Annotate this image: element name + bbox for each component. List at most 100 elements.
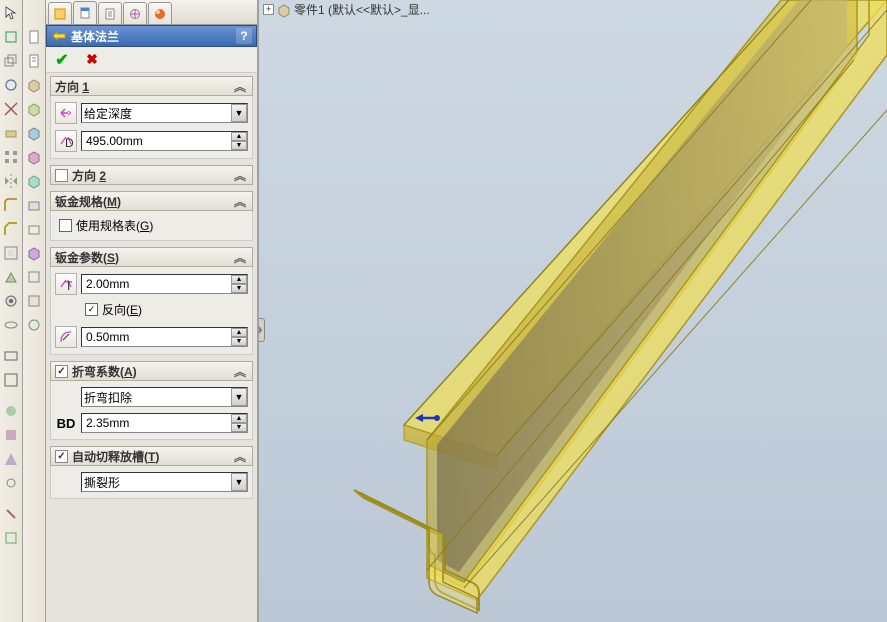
reserve1-icon[interactable] [24, 3, 44, 23]
tab-property-manager[interactable] [73, 1, 97, 24]
section-relief: ✓ 自动切释放槽(T) ︽ 撕裂形 ▼ [50, 446, 253, 499]
hole-icon[interactable] [1, 291, 21, 311]
tool4-icon[interactable] [1, 473, 21, 493]
section-header-direction2[interactable]: 方向 2 ︽ [50, 165, 253, 185]
property-panel: 基体法兰 ? ✔ ✖ 方向 1 ︽ 给定深度 ▼ D1 [46, 0, 259, 622]
box7-icon[interactable] [24, 219, 44, 239]
pattern-icon[interactable] [1, 147, 21, 167]
relief-title: 自动切释放槽(T) [72, 448, 159, 465]
spinner-up-icon[interactable]: ▲ [231, 414, 247, 423]
spinner-up-icon[interactable]: ▲ [231, 328, 247, 337]
depth-value: 495.00mm [86, 134, 143, 148]
collapse-icon: ︽ [232, 363, 248, 380]
depth-input[interactable]: 495.00mm ▲▼ [81, 131, 248, 151]
select-icon[interactable] [1, 3, 21, 23]
sketch-icon[interactable] [1, 27, 21, 47]
bend-type-combo[interactable]: 折弯扣除 ▼ [81, 387, 248, 407]
relief-checkbox[interactable]: ✓ [55, 450, 68, 463]
reverse-checkbox[interactable]: ✓ [85, 303, 98, 316]
tab-strip [46, 0, 257, 25]
tab-config[interactable] [98, 2, 122, 24]
direction1-title: 方向 1 [55, 78, 89, 95]
help-button[interactable]: ? [236, 28, 252, 44]
direction2-checkbox[interactable] [55, 169, 68, 182]
svg-text:D1: D1 [65, 136, 73, 148]
spinner-up-icon[interactable]: ▲ [231, 132, 247, 141]
section-direction2: 方向 2 ︽ [50, 165, 253, 185]
dropdown-arrow-icon[interactable]: ▼ [231, 388, 247, 406]
panel-title: 基体法兰 ? [46, 25, 257, 47]
spinner-up-icon[interactable]: ▲ [231, 275, 247, 284]
spinner-down-icon[interactable]: ▼ [231, 423, 247, 432]
use-table-checkbox[interactable] [59, 219, 72, 232]
feature-icon[interactable] [1, 123, 21, 143]
dropdown-arrow-icon[interactable]: ▼ [231, 473, 247, 491]
section-header-relief[interactable]: ✓ 自动切释放槽(T) ︽ [50, 446, 253, 466]
radius-input[interactable]: 0.50mm ▲▼ [81, 327, 248, 347]
view-icon[interactable] [1, 346, 21, 366]
box3-icon[interactable] [24, 123, 44, 143]
sheet-params-title: 钣金参数(S) [55, 249, 119, 266]
cut-icon[interactable] [1, 99, 21, 119]
radius-icon [55, 326, 77, 348]
ok-button[interactable]: ✔ [52, 50, 72, 70]
mirror-icon[interactable] [1, 171, 21, 191]
dropdown-arrow-icon[interactable]: ▼ [231, 104, 247, 122]
chamfer-icon[interactable] [1, 219, 21, 239]
tab-display[interactable] [123, 2, 147, 24]
use-table-label: 使用规格表(G) [76, 217, 153, 234]
box8-icon[interactable] [24, 243, 44, 263]
shell-icon[interactable] [1, 243, 21, 263]
bd-label: BD [55, 416, 77, 431]
section-header-bend[interactable]: ✓ 折弯系数(A) ︽ [50, 361, 253, 381]
boxA-icon[interactable] [24, 291, 44, 311]
spinner-down-icon[interactable]: ▼ [231, 337, 247, 346]
relief-type-value: 撕裂形 [84, 474, 120, 491]
svg-text:T1: T1 [65, 279, 73, 291]
view2-icon[interactable] [1, 370, 21, 390]
thickness-value: 2.00mm [86, 277, 129, 291]
collapse-icon: ︽ [232, 249, 248, 266]
rib-icon[interactable] [1, 267, 21, 287]
thickness-input[interactable]: 2.00mm ▲▼ [81, 274, 248, 294]
doc2-icon[interactable] [24, 51, 44, 71]
tool6-icon[interactable] [1, 528, 21, 548]
bd-input[interactable]: 2.35mm ▲▼ [81, 413, 248, 433]
bd-value: 2.35mm [86, 416, 129, 430]
section-header-sheet-spec[interactable]: 钣金规格(M) ︽ [50, 191, 253, 211]
box2-icon[interactable] [24, 99, 44, 119]
tab-appearance[interactable] [148, 2, 172, 24]
convert-icon[interactable] [1, 75, 21, 95]
depth-type-value: 给定深度 [84, 105, 132, 122]
box1-icon[interactable] [24, 75, 44, 95]
boxB-icon[interactable] [24, 315, 44, 335]
doc1-icon[interactable] [24, 27, 44, 47]
section-header-sheet-params[interactable]: 钣金参数(S) ︽ [50, 247, 253, 267]
spinner-down-icon[interactable]: ▼ [231, 141, 247, 150]
box9-icon[interactable] [24, 267, 44, 287]
relief-type-combo[interactable]: 撕裂形 ▼ [81, 472, 248, 492]
tool1-icon[interactable] [1, 401, 21, 421]
fillet-icon[interactable] [1, 195, 21, 215]
tool5-icon[interactable] [1, 504, 21, 524]
wrap-icon[interactable] [1, 315, 21, 335]
radius-value: 0.50mm [86, 330, 129, 344]
reverse-direction-icon[interactable] [55, 102, 77, 124]
spinner-down-icon[interactable]: ▼ [231, 284, 247, 293]
bend-checkbox[interactable]: ✓ [55, 365, 68, 378]
panel-title-text: 基体法兰 [71, 28, 119, 45]
sketch3d-icon[interactable] [1, 51, 21, 71]
section-header-direction1[interactable]: 方向 1 ︽ [50, 76, 253, 96]
depth-type-combo[interactable]: 给定深度 ▼ [81, 103, 248, 123]
box4-icon[interactable] [24, 147, 44, 167]
far-left-toolbar [0, 0, 23, 622]
sheet-spec-title: 钣金规格(M) [55, 193, 121, 210]
box6-icon[interactable] [24, 195, 44, 215]
tool2-icon[interactable] [1, 425, 21, 445]
reverse-label: 反向(E) [102, 301, 142, 318]
cancel-button[interactable]: ✖ [82, 50, 102, 70]
tab-feature-tree[interactable] [48, 2, 72, 24]
viewport-3d[interactable]: + 零件1 (默认<<默认>_显... [259, 0, 887, 622]
box5-icon[interactable] [24, 171, 44, 191]
tool3-icon[interactable] [1, 449, 21, 469]
